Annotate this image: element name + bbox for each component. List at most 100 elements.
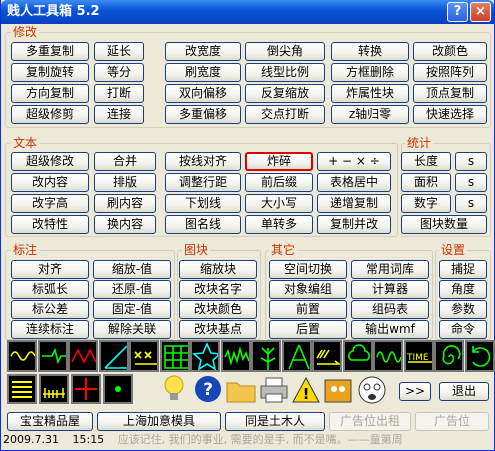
annot-button-4[interactable]: 标公差 [11, 300, 89, 319]
angle-line-icon[interactable] [98, 340, 129, 372]
star-icon[interactable] [190, 340, 222, 372]
sine-wave-icon[interactable] [373, 340, 403, 372]
annot-button-6[interactable]: 连续标注 [11, 320, 89, 339]
warning-icon[interactable]: ! [291, 376, 321, 404]
break-line-icon[interactable] [37, 340, 70, 372]
spiral-icon[interactable] [434, 340, 464, 372]
plant-icon[interactable] [251, 340, 281, 372]
modify-button-0-3[interactable]: 倒尖角 [245, 42, 325, 61]
annot-button-0[interactable]: 对齐 [11, 260, 89, 279]
text-button-3-3[interactable]: 单转多 [245, 215, 313, 234]
dot-icon[interactable] [103, 374, 133, 404]
cloud-icon[interactable] [342, 340, 373, 372]
compass-a-icon[interactable] [281, 340, 312, 372]
title-bar[interactable]: 贱人工具箱 5.2 ? × [1, 0, 494, 24]
modify-button-0-4[interactable]: 转换 [331, 42, 409, 61]
ad-button-2[interactable]: 上海加意模具 [97, 412, 221, 431]
cross-icon[interactable] [71, 374, 101, 404]
number-s-button[interactable]: s [455, 194, 487, 213]
other-button-0[interactable]: 空间切换 [269, 260, 347, 279]
exit-button[interactable]: 退出 [439, 382, 489, 401]
wave-noise-icon[interactable] [220, 340, 251, 372]
modify-button-1-3[interactable]: 线型比例 [245, 63, 325, 82]
text-button-0-1[interactable]: 合并 [94, 152, 156, 171]
close-icon[interactable]: × [470, 2, 491, 22]
dimension-line-icon[interactable] [39, 374, 69, 404]
settings-button-1[interactable]: 角度 [439, 280, 487, 299]
xxx-arrow-icon[interactable] [312, 340, 342, 372]
settings-button-0[interactable]: 捕捉 [439, 260, 487, 279]
modify-button-1-4[interactable]: 方框删除 [331, 63, 409, 82]
text-button-3-4[interactable]: 复制并改 [317, 215, 391, 234]
modify-button-2-1[interactable]: 打断 [94, 84, 144, 103]
text-button-1-3[interactable]: 前后缀 [245, 173, 313, 192]
help-icon[interactable]: ? [193, 374, 223, 404]
modify-button-3-0[interactable]: 超级修剪 [11, 105, 89, 124]
length-s-button[interactable]: s [455, 152, 487, 171]
text-button-0-0[interactable]: 超级修改 [11, 152, 89, 171]
more-button[interactable]: >> [399, 382, 431, 401]
block-button-1[interactable]: 改块名字 [179, 280, 257, 299]
settings-button-3[interactable]: 命令 [439, 320, 487, 339]
modify-button-2-5[interactable]: 顶点复制 [413, 84, 487, 103]
text-button-0-2[interactable]: 按线对齐 [165, 152, 241, 171]
text-button-2-0[interactable]: 改字高 [11, 194, 89, 213]
other-button-1[interactable]: 常用词库 [351, 260, 429, 279]
annot-button-2[interactable]: 标弧长 [11, 280, 89, 299]
modify-button-3-1[interactable]: 连接 [94, 105, 144, 124]
printer-icon[interactable] [259, 376, 289, 404]
modify-button-2-0[interactable]: 方向复制 [11, 84, 89, 103]
text-button-2-3[interactable]: 大小写 [245, 194, 313, 213]
block-button-2[interactable]: 改块颜色 [179, 300, 257, 319]
modify-button-0-5[interactable]: 改颜色 [413, 42, 487, 61]
grid-table-icon[interactable] [159, 340, 190, 372]
text-button-1-1[interactable]: 排版 [94, 173, 156, 192]
text-button-3-1[interactable]: 换内容 [94, 215, 156, 234]
length-button[interactable]: 长度 [401, 152, 451, 171]
bulb-icon[interactable] [161, 374, 187, 404]
ad-button-1[interactable]: 宝宝精品屋 [7, 412, 93, 431]
text-button-1-0[interactable]: 改内容 [11, 173, 89, 192]
annot-button-7[interactable]: 解除关联 [93, 320, 171, 339]
annot-button-3[interactable]: 还原-值 [93, 280, 171, 299]
modify-button-3-4[interactable]: z轴归零 [331, 105, 409, 124]
text-button-1-4[interactable]: 表格居中 [317, 173, 391, 192]
number-button[interactable]: 数字 [401, 194, 451, 213]
bars-icon[interactable] [7, 374, 37, 404]
other-button-7[interactable]: 输出wmf [351, 320, 429, 339]
annot-button-1[interactable]: 缩放-值 [93, 260, 171, 279]
text-button-1-2[interactable]: 调整行距 [165, 173, 241, 192]
wavy-line-icon[interactable] [7, 340, 37, 372]
text-button-0-4[interactable]: + − × ÷ [317, 152, 391, 171]
scared-face-icon[interactable] [355, 372, 389, 406]
modify-button-3-3[interactable]: 交点打断 [245, 105, 325, 124]
text-button-3-0[interactable]: 改特性 [11, 215, 89, 234]
other-button-4[interactable]: 前置 [269, 300, 347, 319]
modify-button-1-0[interactable]: 复制旋转 [11, 63, 89, 82]
rotate-icon[interactable] [464, 340, 495, 372]
text-button-2-2[interactable]: 下划线 [165, 194, 241, 213]
text-button-0-3[interactable]: 炸碎 [245, 152, 313, 171]
help-title-button[interactable]: ? [447, 2, 468, 22]
annot-button-5[interactable]: 固定-值 [93, 300, 171, 319]
xxx-hatch-icon[interactable] [129, 340, 159, 372]
text-button-2-4[interactable]: 递增复制 [317, 194, 391, 213]
settings-button-2[interactable]: 参数 [439, 300, 487, 319]
area-s-button[interactable]: s [455, 173, 487, 192]
other-button-6[interactable]: 后置 [269, 320, 347, 339]
folder-icon[interactable] [225, 378, 257, 404]
area-button[interactable]: 面积 [401, 173, 451, 192]
modify-button-0-0[interactable]: 多重复制 [11, 42, 89, 61]
modify-button-3-5[interactable]: 快速选择 [413, 105, 487, 124]
modify-button-2-4[interactable]: 炸属性块 [331, 84, 409, 103]
other-button-5[interactable]: 组码表 [351, 300, 429, 319]
monster-icon[interactable] [323, 376, 353, 404]
text-button-2-1[interactable]: 刷内容 [94, 194, 156, 213]
modify-button-0-2[interactable]: 改宽度 [165, 42, 241, 61]
block-button-3[interactable]: 改块基点 [179, 320, 257, 339]
modify-button-1-1[interactable]: 等分 [94, 63, 144, 82]
ad-button-3[interactable]: 同是土木人 [225, 412, 325, 431]
modify-button-2-3[interactable]: 反复缩放 [245, 84, 325, 103]
block-count-button[interactable]: 图块数量 [401, 215, 487, 234]
other-button-2[interactable]: 对象编组 [269, 280, 347, 299]
